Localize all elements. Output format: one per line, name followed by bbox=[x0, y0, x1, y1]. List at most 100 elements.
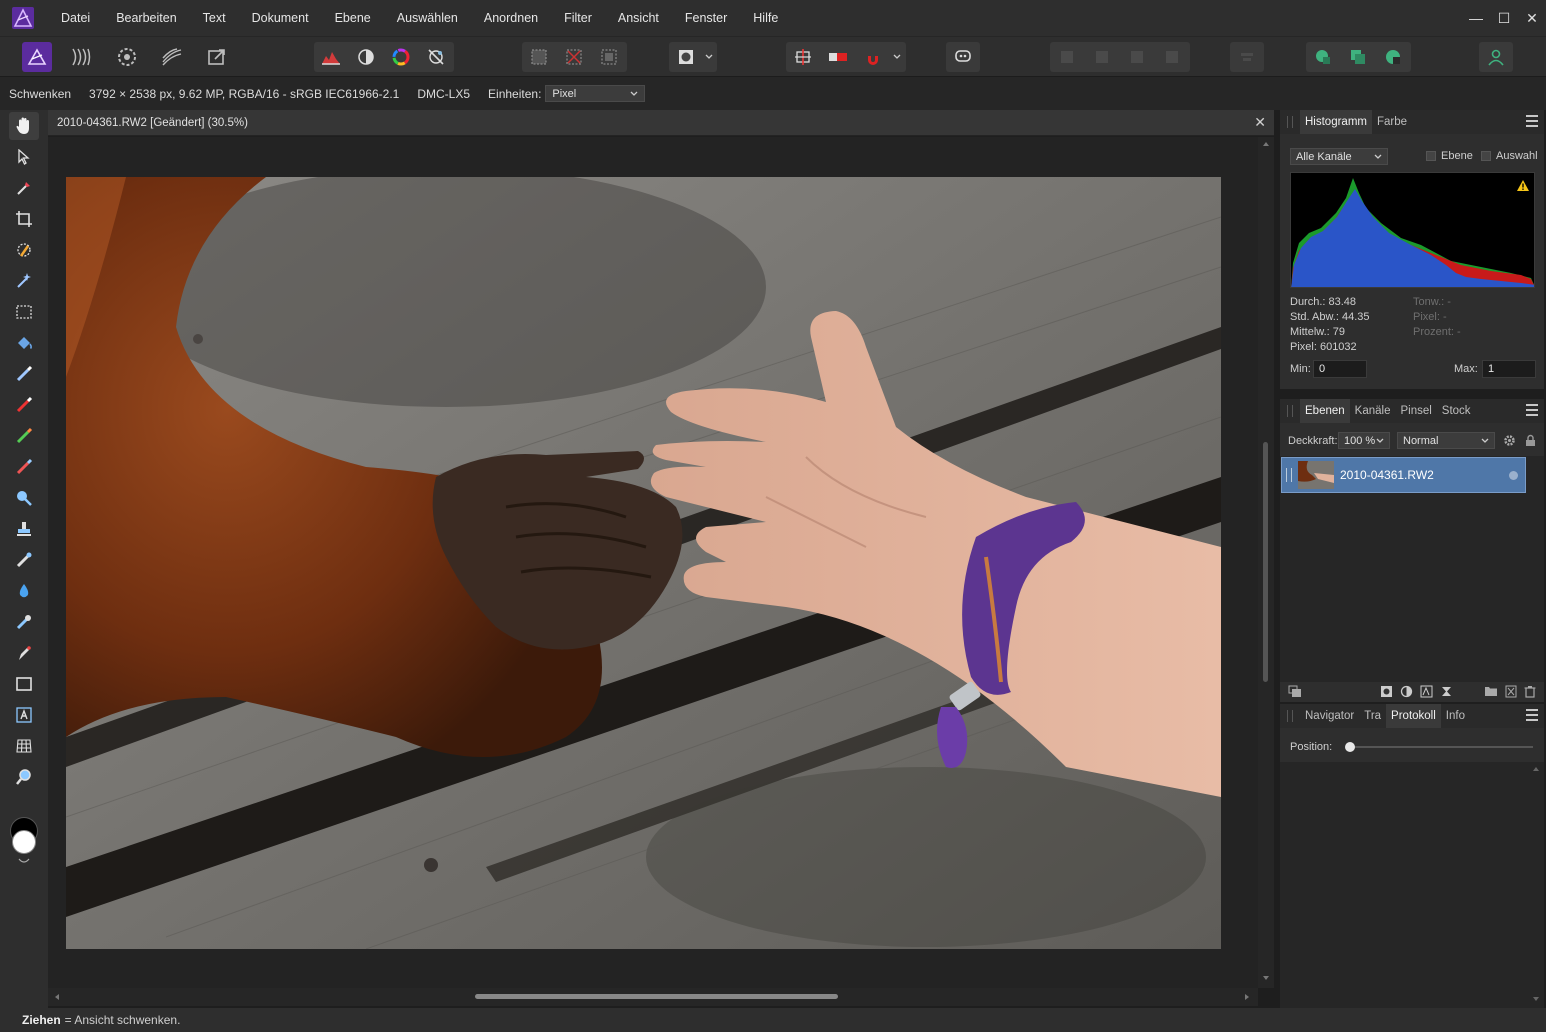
tab-kanaele[interactable]: Kanäle bbox=[1350, 399, 1396, 423]
minimize-button[interactable]: — bbox=[1462, 0, 1490, 36]
panel-menu-icon[interactable] bbox=[1526, 709, 1538, 721]
account-button[interactable] bbox=[1481, 42, 1511, 72]
selection-checkbox[interactable] bbox=[1481, 151, 1491, 161]
adjustment-layer-icon[interactable] bbox=[1400, 685, 1413, 698]
layer-row[interactable]: 2010-04361.RW2 bbox=[1281, 457, 1526, 493]
crop-tool[interactable] bbox=[9, 205, 39, 233]
layer-visibility-toggle[interactable] bbox=[1509, 471, 1518, 480]
scroll-left-icon[interactable] bbox=[54, 993, 60, 1001]
menu-datei[interactable]: Datei bbox=[48, 0, 103, 36]
flood-select-tool[interactable] bbox=[9, 267, 39, 295]
color-picker-tool[interactable] bbox=[9, 174, 39, 202]
lock-icon[interactable] bbox=[1525, 434, 1536, 447]
tab-transform[interactable]: Tra bbox=[1359, 704, 1386, 728]
canvas-area[interactable] bbox=[48, 137, 1258, 988]
red-eye-tool[interactable] bbox=[9, 608, 39, 636]
studio-link-1-button[interactable] bbox=[1308, 42, 1338, 72]
assistant-button[interactable] bbox=[788, 42, 818, 72]
move-tool[interactable] bbox=[9, 143, 39, 171]
units-select[interactable]: Pixel bbox=[545, 85, 646, 102]
blend-mode-select[interactable]: Normal bbox=[1397, 432, 1495, 449]
photo-canvas[interactable] bbox=[66, 177, 1221, 949]
menu-ansicht[interactable]: Ansicht bbox=[605, 0, 672, 36]
mask-layer-icon[interactable] bbox=[1380, 685, 1393, 698]
layer-checkbox[interactable] bbox=[1426, 151, 1436, 161]
panel-menu-icon[interactable] bbox=[1526, 404, 1538, 416]
quick-mask-dropdown[interactable] bbox=[702, 42, 716, 72]
scroll-down-icon[interactable] bbox=[1262, 975, 1270, 981]
erase-brush-tool[interactable] bbox=[9, 453, 39, 481]
horizontal-scroll-thumb[interactable] bbox=[475, 994, 838, 999]
menu-bearbeiten[interactable]: Bearbeiten bbox=[103, 0, 189, 36]
mixer-brush-tool[interactable] bbox=[9, 422, 39, 450]
panel-grip-icon[interactable] bbox=[1287, 116, 1293, 128]
arrange-backward-button[interactable] bbox=[1087, 42, 1117, 72]
clone-brush-tool[interactable] bbox=[9, 515, 39, 543]
liquify-persona-button[interactable] bbox=[66, 42, 96, 72]
text-tool[interactable] bbox=[9, 701, 39, 729]
zoom-tool[interactable] bbox=[9, 763, 39, 791]
document-tab[interactable]: 2010-04361.RW2 [Geändert] (30.5%) ✕ bbox=[48, 110, 1274, 136]
horizontal-scrollbar[interactable] bbox=[48, 988, 1258, 1006]
dodge-brush-tool[interactable] bbox=[9, 484, 39, 512]
menu-ebene[interactable]: Ebene bbox=[322, 0, 384, 36]
tab-info[interactable]: Info bbox=[1441, 704, 1470, 728]
tab-farbe[interactable]: Farbe bbox=[1372, 110, 1412, 134]
scroll-down-icon[interactable] bbox=[1532, 996, 1540, 1002]
paint-brush-tool[interactable] bbox=[9, 360, 39, 388]
tab-histogram[interactable]: Histogramm bbox=[1300, 110, 1372, 134]
close-window-button[interactable]: ✕ bbox=[1518, 0, 1546, 36]
develop-persona-button[interactable] bbox=[112, 42, 142, 72]
group-folder-icon[interactable] bbox=[1484, 685, 1498, 697]
flood-fill-tool[interactable] bbox=[9, 329, 39, 357]
photo-persona-button[interactable] bbox=[22, 42, 52, 72]
opacity-select[interactable]: 100 % bbox=[1338, 432, 1390, 449]
studio-link-3-button[interactable] bbox=[1378, 42, 1408, 72]
blur-brush-tool[interactable] bbox=[9, 577, 39, 605]
auto-contrast-button[interactable] bbox=[351, 42, 381, 72]
position-slider[interactable] bbox=[1345, 742, 1533, 752]
assistant-options-button[interactable] bbox=[948, 42, 978, 72]
tab-protokoll[interactable]: Protokoll bbox=[1386, 704, 1441, 728]
panel-grip-icon[interactable] bbox=[1287, 710, 1293, 722]
panel-menu-icon[interactable] bbox=[1526, 115, 1538, 127]
arrange-forward-button[interactable] bbox=[1122, 42, 1152, 72]
fx-icon[interactable] bbox=[1440, 685, 1453, 698]
levels-button[interactable] bbox=[316, 42, 346, 72]
arrange-front-button[interactable] bbox=[1157, 42, 1187, 72]
add-pixel-layer-icon[interactable] bbox=[1505, 685, 1517, 698]
close-document-button[interactable]: ✕ bbox=[1254, 114, 1266, 131]
quick-mask-button[interactable] bbox=[671, 42, 701, 72]
rectangle-tool[interactable] bbox=[9, 670, 39, 698]
select-all-button[interactable] bbox=[524, 42, 554, 72]
menu-dokument[interactable]: Dokument bbox=[239, 0, 322, 36]
pen-tool[interactable] bbox=[9, 639, 39, 667]
arrange-back-button[interactable] bbox=[1052, 42, 1082, 72]
tab-pinsel[interactable]: Pinsel bbox=[1395, 399, 1436, 423]
layer-options-icon[interactable] bbox=[1288, 685, 1302, 698]
tone-mapping-persona-button[interactable] bbox=[157, 42, 187, 72]
healing-brush-tool[interactable] bbox=[9, 546, 39, 574]
vertical-scroll-thumb[interactable] bbox=[1263, 442, 1268, 682]
auto-white-balance-button[interactable] bbox=[421, 42, 451, 72]
menu-filter[interactable]: Filter bbox=[551, 0, 605, 36]
export-persona-button[interactable] bbox=[202, 42, 232, 72]
live-filter-icon[interactable] bbox=[1420, 685, 1433, 698]
invert-selection-button[interactable] bbox=[594, 42, 624, 72]
vertical-scrollbar[interactable] bbox=[1258, 137, 1274, 988]
color-replacement-tool[interactable] bbox=[9, 391, 39, 419]
tab-navigator[interactable]: Navigator bbox=[1300, 704, 1359, 728]
studio-link-2-button[interactable] bbox=[1343, 42, 1373, 72]
scroll-right-icon[interactable] bbox=[1244, 993, 1250, 1001]
deselect-button[interactable] bbox=[559, 42, 589, 72]
trash-icon[interactable] bbox=[1524, 685, 1536, 698]
selection-brush-tool[interactable] bbox=[9, 236, 39, 264]
max-field[interactable]: 1 bbox=[1482, 360, 1536, 378]
snapping-dropdown[interactable] bbox=[890, 42, 904, 72]
menu-fenster[interactable]: Fenster bbox=[672, 0, 740, 36]
marquee-tool[interactable] bbox=[9, 298, 39, 326]
scroll-up-icon[interactable] bbox=[1262, 141, 1270, 147]
align-button[interactable] bbox=[1232, 42, 1262, 72]
menu-anordnen[interactable]: Anordnen bbox=[471, 0, 551, 36]
layer-drag-handle-icon[interactable] bbox=[1286, 468, 1292, 482]
